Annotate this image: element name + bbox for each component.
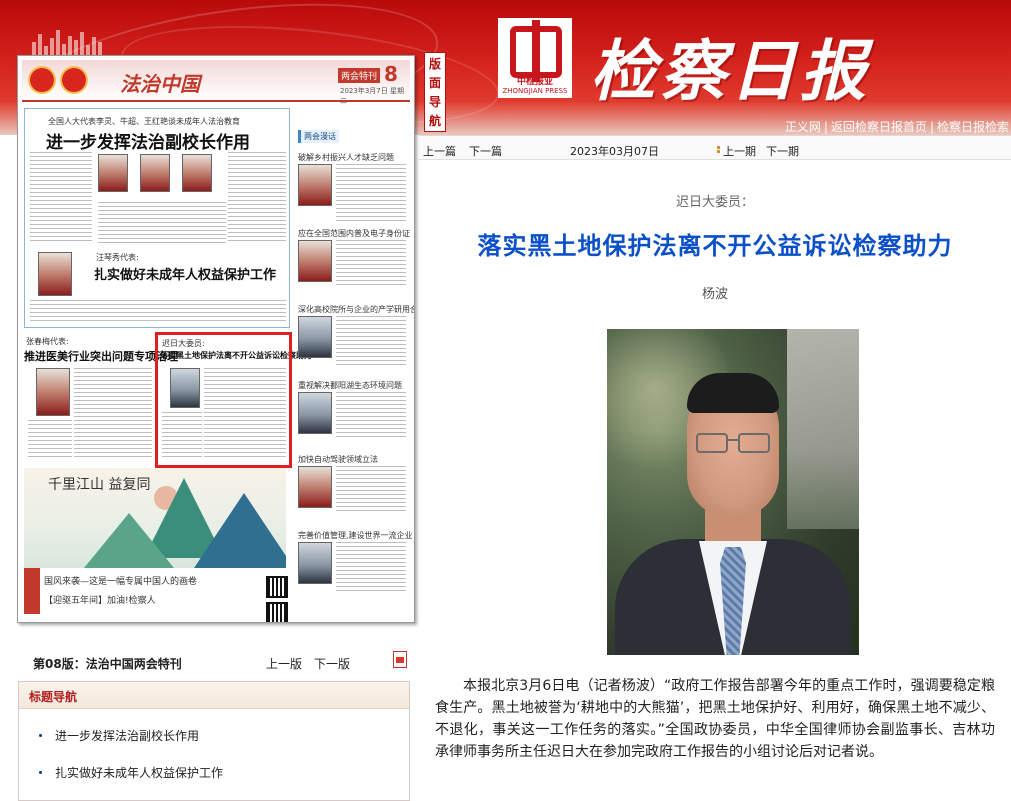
link-zhengyi[interactable]: 正义网	[785, 120, 821, 134]
qr-code-icon	[266, 602, 288, 622]
prev-issue-link[interactable]: 上一期	[723, 143, 756, 159]
thumbnail-page-number: 8	[384, 62, 398, 86]
photo	[98, 154, 128, 192]
photo	[38, 252, 72, 296]
pdf-download-icon[interactable]	[393, 651, 407, 668]
thumbnail-foot-line[interactable]: 国风来袭—这是一幅专属中国人的画卷	[44, 574, 197, 587]
thumb-side-item[interactable]: 完善价值管理,建设世界一流企业	[298, 530, 413, 541]
link-home[interactable]: 返回检察日报首页	[831, 120, 927, 134]
thumbnail-date: 2023年3月7日 星期二	[340, 87, 404, 105]
bullet-icon	[39, 734, 42, 737]
photo	[140, 154, 170, 192]
thumb-side-item[interactable]: 重视解决鄱阳湖生态环境问题	[298, 380, 402, 391]
photo	[298, 164, 332, 206]
article-nav-bar: 上一篇 下一篇 上一期 下一期	[419, 136, 1011, 160]
article-kicker: 迟日大委员：	[675, 195, 754, 210]
qr-code-icon	[266, 576, 288, 598]
article-headline: 落实黑土地保护法离不开公益诉讼检察助力	[477, 232, 953, 260]
photo	[182, 154, 212, 192]
article-byline: 杨波	[701, 287, 728, 302]
photo	[36, 368, 70, 416]
article-body: 本报北京3月6日电（记者杨波）“政府工作报告部署今年的重点工作时，强调要稳定粮食…	[435, 678, 995, 760]
next-issue-link[interactable]: 下一期	[766, 143, 799, 159]
portrait-photo	[607, 329, 859, 655]
thumb-article-kicker: 张春梅代表:	[26, 337, 69, 346]
issue-date: 2023年03月07日	[570, 145, 659, 158]
photo	[298, 392, 332, 434]
thumbnail-header: 法治中国 两会特刊 8 2023年3月7日 星期二	[22, 60, 410, 105]
thumb-side-item[interactable]: 应在全国范围内普及电子身份证	[298, 228, 410, 239]
press-logo[interactable]: 中检报业 ZHONGJIAN PRESS	[498, 18, 572, 98]
logo-cn-text: 中检报业	[516, 77, 553, 87]
photo	[298, 240, 332, 282]
toc-header: 标题导航	[19, 682, 409, 709]
calendar-icon[interactable]	[717, 146, 720, 149]
newspaper-page-thumbnail[interactable]: 法治中国 两会特刊 8 2023年3月7日 星期二 全国人大代表李灵、牛超、王红…	[17, 55, 415, 623]
logo-en-text: ZHONGJIAN PRESS	[502, 87, 568, 95]
thumbnail-foot-tag	[24, 568, 40, 614]
building-silhouette-icon	[30, 28, 130, 56]
next-article-link[interactable]: 下一篇	[469, 143, 502, 159]
landscape-painting: 千里江山 益复同	[24, 468, 286, 568]
thumb-article-title[interactable]: 扎实做好未成年人权益保护工作	[94, 264, 276, 283]
link-search[interactable]: 检察日报检索	[937, 120, 1009, 134]
prev-page-link[interactable]: 上一版	[266, 655, 302, 672]
thumb-article-title[interactable]: 进一步发挥法治副校长作用	[46, 128, 250, 153]
photo	[298, 542, 332, 584]
photo	[298, 466, 332, 508]
page-nav-tab[interactable]: 版面导航	[424, 52, 446, 132]
thumb-side-item[interactable]: 破解乡村振兴人才缺乏问题	[298, 152, 394, 163]
thumbnail-brand: 法治中国	[120, 72, 200, 96]
thumb-side-item[interactable]: 深化高校院所与企业的产学研用合作	[298, 304, 414, 315]
thumb-side-column-label: 两会漫话	[298, 130, 339, 143]
next-page-link[interactable]: 下一版	[314, 655, 350, 672]
top-links: 正义网 | 返回检察日报首页 | 检察日报检索	[784, 120, 1009, 134]
toc-item[interactable]: 扎实做好未成年人权益保护工作	[55, 764, 223, 781]
headline-navigation: 标题导航 进一步发挥法治副校长作用 扎实做好未成年人权益保护工作	[18, 681, 410, 801]
thumb-article-kicker: 汪琴秀代表:	[96, 253, 139, 262]
photo	[298, 316, 332, 358]
thumbnail-foot-line[interactable]: 【迎驱五年间】加油!检察人	[44, 593, 156, 606]
emblem-icon	[60, 66, 88, 94]
emblem-icon	[28, 66, 56, 94]
thumbnail-tag: 两会特刊	[338, 68, 381, 83]
newspaper-title: 检察日报	[590, 32, 870, 110]
toc-title: 标题导航	[29, 690, 78, 704]
current-article-highlight[interactable]	[155, 332, 292, 468]
thumb-side-item[interactable]: 加快自动驾驶领域立法	[298, 454, 378, 465]
painting-caption: 千里江山 益复同	[48, 477, 151, 493]
toc-item[interactable]: 进一步发挥法治副校长作用	[55, 727, 199, 744]
thumb-article-kicker: 全国人大代表李灵、牛超、王红艳谈未成年人法治教育	[48, 117, 240, 126]
bullet-icon	[39, 771, 42, 774]
prev-article-link[interactable]: 上一篇	[423, 143, 456, 159]
page-label: 第08版：法治中国两会特刊	[33, 657, 182, 671]
